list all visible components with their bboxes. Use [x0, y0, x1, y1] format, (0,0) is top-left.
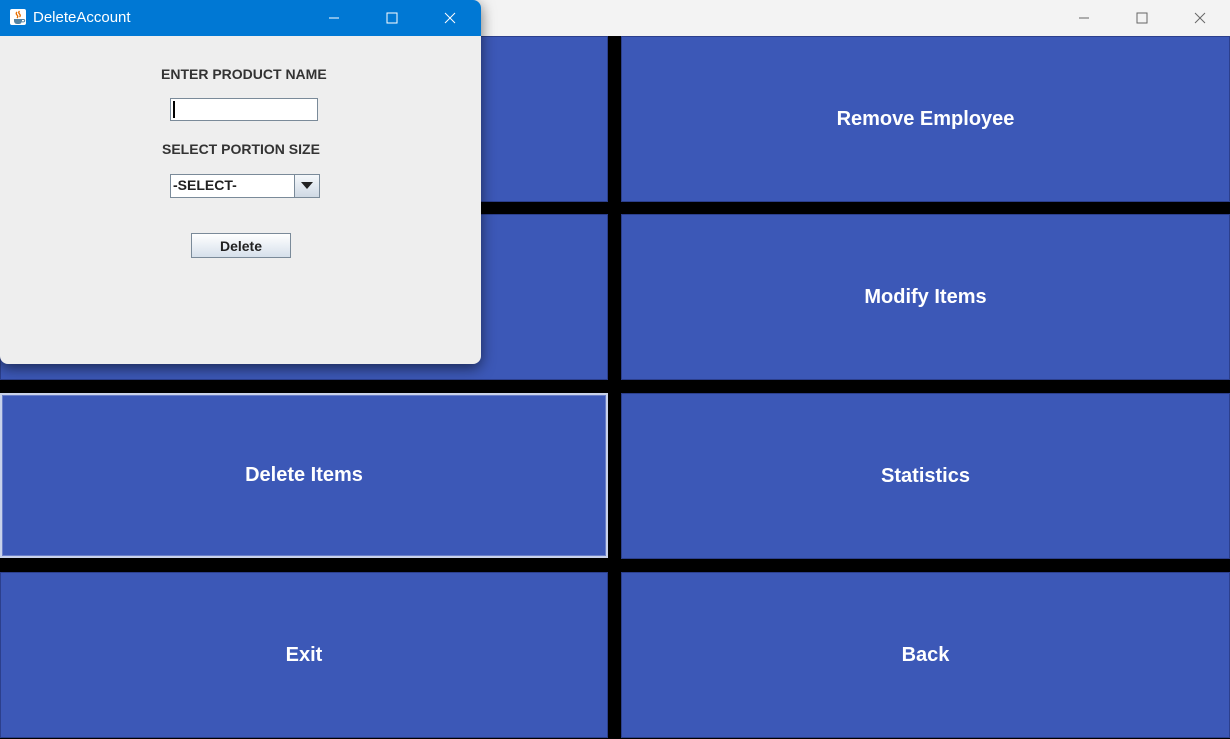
main-close-button[interactable] — [1171, 0, 1229, 36]
close-icon — [444, 12, 456, 24]
product-name-label: ENTER PRODUCT NAME — [161, 66, 327, 82]
exit-button[interactable]: Exit — [0, 572, 608, 738]
dialog-title: DeleteAccount — [33, 9, 131, 26]
main-maximize-button[interactable] — [1113, 0, 1171, 36]
dropdown-arrow-button[interactable] — [294, 175, 319, 197]
portion-size-selected: -SELECT- — [173, 177, 237, 193]
statistics-button[interactable]: Statistics — [621, 393, 1230, 559]
minimize-icon — [1079, 17, 1089, 19]
dialog-close-button[interactable] — [421, 0, 479, 36]
product-name-input[interactable] — [170, 98, 318, 121]
portion-size-dropdown[interactable]: -SELECT- — [170, 174, 320, 198]
minimize-icon — [329, 17, 339, 19]
main-minimize-button[interactable] — [1055, 0, 1113, 36]
delete-account-dialog: DeleteAccount ENTER PRODUCT NAME SELECT … — [0, 0, 481, 364]
delete-items-button[interactable]: Delete Items — [0, 393, 608, 558]
java-icon — [10, 9, 26, 25]
portion-size-label: SELECT PORTION SIZE — [162, 141, 320, 157]
dialog-titlebar: DeleteAccount — [0, 0, 481, 36]
close-icon — [1194, 12, 1206, 24]
text-caret — [173, 101, 175, 118]
delete-button[interactable]: Delete — [191, 233, 291, 258]
dialog-maximize-button[interactable] — [363, 0, 421, 36]
dialog-minimize-button[interactable] — [305, 0, 363, 36]
back-button[interactable]: Back — [621, 572, 1230, 738]
chevron-down-icon — [301, 182, 313, 189]
modify-items-button[interactable]: Modify Items — [621, 214, 1230, 380]
maximize-icon — [1136, 12, 1148, 24]
maximize-icon — [386, 12, 398, 24]
remove-employee-button[interactable]: Remove Employee — [621, 36, 1230, 202]
